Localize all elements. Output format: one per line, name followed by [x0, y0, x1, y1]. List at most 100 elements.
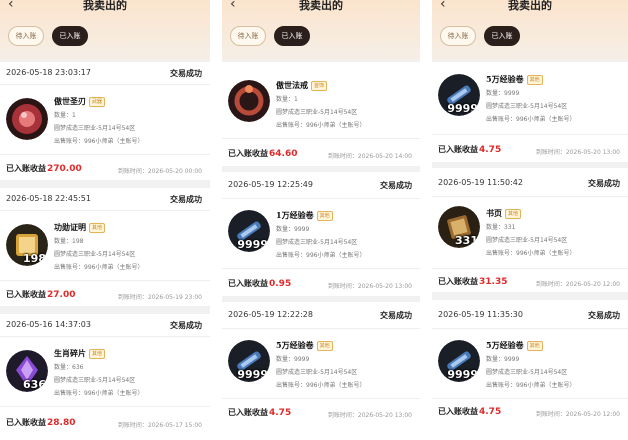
- seller-label: 出售账号：: [54, 390, 85, 397]
- seller-value: 996小师弟（主账号）: [516, 116, 576, 123]
- income-amount: 0.95: [269, 279, 292, 289]
- qty-label: 数量：: [54, 364, 73, 371]
- arrival-time: 到账时间：2026-05-20 13:00: [328, 281, 412, 290]
- income: 已入账收益270.00: [6, 163, 82, 174]
- item-qty: 数量：9999: [486, 353, 575, 366]
- qty-value: 1: [294, 96, 298, 103]
- order-card[interactable]: 2026-05-19 12:22:28 交易成功 9999 5万经验卷 其他 数量…: [222, 302, 420, 440]
- income: 已入账收益31.35: [438, 276, 507, 287]
- tab-settled[interactable]: 已入账: [274, 26, 310, 46]
- item-qty: 数量：9999: [276, 223, 365, 236]
- exp-scroll-icon: 9999: [228, 210, 270, 252]
- item-name-text: 傲世圣刃: [54, 96, 86, 106]
- divider: [0, 406, 210, 407]
- income-label: 已入账收益: [228, 149, 268, 158]
- item-name: 傲世圣刃 武器: [54, 96, 106, 107]
- income-label: 已入账收益: [228, 408, 268, 417]
- item-seller: 出售账号：996小师弟（主账号）: [276, 379, 365, 392]
- seller-value: 996小师弟（主账号）: [306, 122, 366, 129]
- item-seller: 出售账号：996小师弟（主账号）: [486, 379, 575, 392]
- tab-pending[interactable]: 待入账: [440, 26, 476, 46]
- item-qty-overlay: 636: [23, 378, 46, 391]
- seller-label: 出售账号：: [54, 138, 85, 145]
- divider: [222, 328, 420, 329]
- order-card[interactable]: 9999 5万经验卷 其他 数量：9999 圆梦成造三职业-5月14号54区 出售…: [432, 62, 628, 162]
- scroll-icon: 198: [6, 224, 48, 266]
- item-qty: 数量：331: [486, 221, 575, 234]
- order-card[interactable]: 2026-05-19 12:25:49 交易成功 9999 1万经验卷 其他 数量…: [222, 172, 420, 296]
- item-server: 圆梦成造三职业-5月14号54区: [486, 369, 568, 376]
- arrival-value: 2026-05-20 13:00: [357, 283, 412, 290]
- item-qty: 数量：9999: [486, 87, 575, 100]
- seller-label: 出售账号：: [276, 382, 307, 389]
- item-seller: 出售账号：996小师弟（主账号）: [54, 135, 143, 148]
- divider: [432, 268, 628, 269]
- order-datetime: 2026-05-19 11:50:42: [438, 178, 523, 187]
- order-status: 交易成功: [380, 181, 412, 190]
- red-orb-icon: [6, 98, 48, 140]
- qty-value: 198: [72, 238, 84, 245]
- order-card[interactable]: 2026-05-19 11:50:42 交易成功 331 书页 其他 数量：331…: [432, 168, 628, 292]
- order-datetime: 2026-05-19 12:22:28: [228, 310, 313, 319]
- item-details: 数量：636 圆梦成造三职业-5月14号54区 出售账号：996小师弟（主账号）: [54, 361, 143, 400]
- page-header: ‹ 我卖出的 待入账 已入账: [222, 0, 420, 60]
- arrival-value: 2026-05-20 13:00: [565, 149, 620, 156]
- divider: [0, 84, 210, 85]
- divider: [432, 398, 628, 399]
- divider: [222, 398, 420, 399]
- item-name-text: 5万经验卷: [486, 340, 524, 350]
- exp-scroll-icon: 9999: [438, 340, 480, 382]
- qty-value: 9999: [504, 356, 520, 363]
- item-name-text: 1万经验卷: [276, 210, 314, 220]
- seller-value: 996小师弟（主账号）: [84, 264, 144, 271]
- tab-pending[interactable]: 待入账: [230, 26, 266, 46]
- tab-settled[interactable]: 已入账: [52, 26, 88, 46]
- arrival-value: 2026-05-20 12:00: [565, 411, 620, 418]
- order-card[interactable]: 傲世法戒 首饰 数量：1 圆梦成造三职业-5月14号54区 出售账号：996小师弟…: [222, 62, 420, 166]
- qty-value: 9999: [294, 356, 310, 363]
- order-card[interactable]: 2026-05-19 11:35:30 交易成功 9999 5万经验卷 其他 数量…: [432, 300, 628, 440]
- divider: [432, 196, 628, 197]
- order-card[interactable]: 2026-05-18 23:03:17 交易成功 傲世圣刃 武器 数量：1 圆梦成…: [0, 62, 210, 180]
- item-qty-overlay: 198: [23, 252, 46, 265]
- qty-label: 数量：: [54, 112, 73, 119]
- item-seller: 出售账号：996小师弟（主账号）: [486, 247, 575, 260]
- item-details: 数量：9999 圆梦成造三职业-5月14号54区 出售账号：996小师弟（主账号…: [276, 223, 365, 262]
- income: 已入账收益4.75: [438, 406, 501, 417]
- item-name-text: 书页: [486, 208, 502, 218]
- order-card[interactable]: 2026-05-16 14:37:03 交易成功 636 生肖碎片 其他 数量：6…: [0, 314, 210, 440]
- item-details: 数量：9999 圆梦成造三职业-5月14号54区 出售账号：996小师弟（主账号…: [486, 353, 575, 392]
- income-amount: 4.75: [479, 407, 502, 417]
- item-server: 圆梦成造三职业-5月14号54区: [54, 251, 136, 258]
- ring-icon: [228, 80, 270, 122]
- item-name: 5万经验卷 其他: [276, 340, 333, 351]
- arrival-value: 2026-05-20 13:00: [357, 412, 412, 419]
- item-seller: 出售账号：996小师弟（主账号）: [54, 387, 143, 400]
- seller-value: 996小师弟（主账号）: [516, 382, 576, 389]
- divider: [222, 268, 420, 269]
- screenshot-panel-3: ‹ 我卖出的 待入账 已入账 9999 5万经验卷 其他 数量：9999 圆梦成造…: [432, 0, 628, 440]
- order-status: 交易成功: [170, 69, 202, 78]
- income-label: 已入账收益: [228, 279, 268, 288]
- qty-label: 数量：: [486, 356, 505, 363]
- income-amount: 4.75: [269, 408, 292, 418]
- arrival-time: 到账时间：2026-05-20 13:00: [328, 410, 412, 419]
- tab-settled[interactable]: 已入账: [484, 26, 520, 46]
- page-title: 我卖出的: [508, 0, 552, 12]
- arrival-time: 到账时间：2026-05-17 15:00: [118, 420, 202, 429]
- tab-pending[interactable]: 待入账: [8, 26, 44, 46]
- seller-value: 996小师弟（主账号）: [84, 390, 144, 397]
- qty-value: 9999: [294, 226, 310, 233]
- arrival-label: 到账时间：: [117, 168, 148, 175]
- income: 已入账收益4.75: [438, 144, 501, 155]
- screenshot-panel-1: ‹ 我卖出的 待入账 已入账 2026-05-18 23:03:17 交易成功 …: [0, 0, 210, 440]
- income-amount: 31.35: [479, 277, 508, 287]
- item-qty-overlay: 9999: [237, 368, 268, 381]
- arrival-label: 到账时间：: [117, 294, 148, 301]
- item-tag: 其他: [505, 209, 522, 219]
- arrival-label: 到账时间：: [117, 422, 148, 429]
- order-card[interactable]: 2026-05-18 22:45:51 交易成功 198 功勋证明 其他 数量：1…: [0, 188, 210, 306]
- divider: [222, 138, 420, 139]
- item-details: 数量：9999 圆梦成造三职业-5月14号54区 出售账号：996小师弟（主账号…: [486, 87, 575, 126]
- income-amount: 64.60: [269, 149, 298, 159]
